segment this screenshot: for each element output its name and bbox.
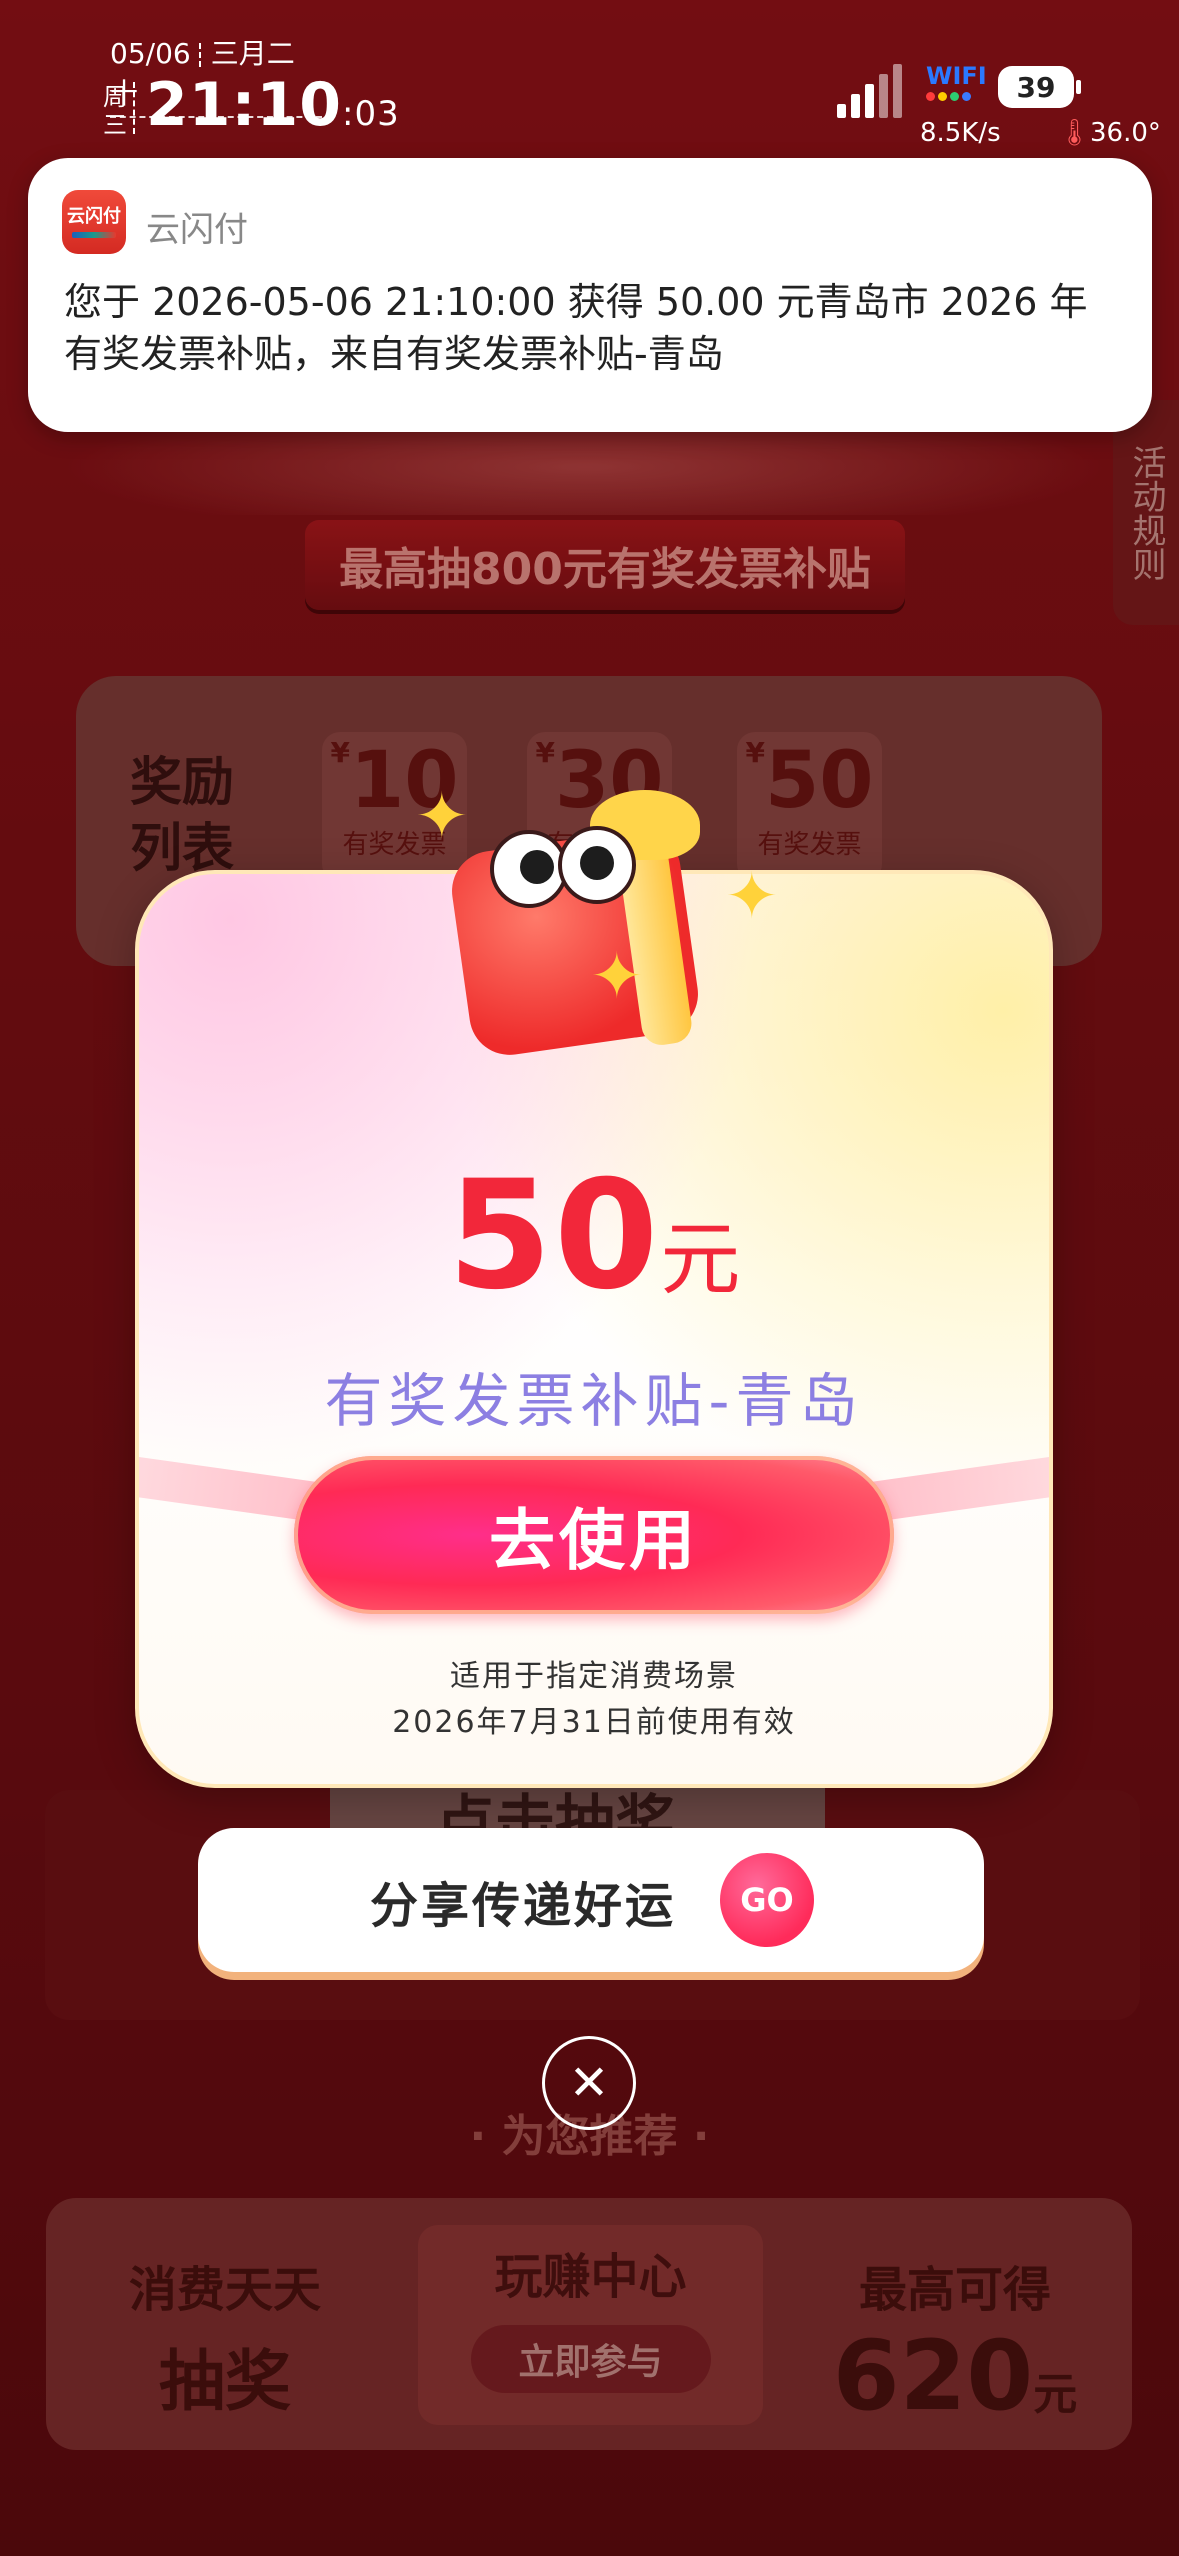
thermometer-icon: 🌡 [1058,118,1092,148]
share-label: 分享传递好运 [370,1878,677,1934]
close-icon[interactable]: ✕ [542,2036,636,2130]
date-text: 05/06 [110,37,191,70]
clock-hm: 21:10 [146,70,342,140]
network-speed: 8.5K/s [920,118,1001,148]
notification-message: 您于 2026-05-06 21:10:00 获得 50.00 元青岛市 202… [64,280,1088,376]
usage-note: 适用于指定消费场景 2026年7月31日前使用有效 [139,1654,1049,1746]
app-icon: 云闪付 [62,190,126,254]
go-button[interactable]: GO [720,1853,814,1947]
battery-level: 39 [1016,70,1056,104]
gift-mascot-icon: ✦ ✦ ✦ [415,780,779,1061]
notification-app-name: 云闪付 [146,210,248,250]
signal-icon [837,62,903,118]
clock: 21:10:03 [146,70,400,140]
battery-tip [1076,80,1081,94]
wifi-icon: WIFI [926,62,987,101]
reward-amount-display: 50元 [139,1149,1049,1323]
sparkle-star-icon: ✦ [725,860,779,934]
usage-note-expiry: 2026年7月31日前使用有效 [392,1705,796,1740]
use-now-button[interactable]: 去使用 [294,1456,894,1614]
status-bar: 05/06 三月二十 周三 21:10:03 WIFI 39 8.5K/s 🌡 3… [0,0,1179,150]
share-luck-button[interactable]: 分享传递好运 GO [198,1828,984,1972]
clock-seconds: :03 [342,94,400,134]
weekday-divider [133,82,135,134]
weekday: 周三 [103,83,127,139]
sparkle-star-icon: ✦ [590,940,644,1014]
app-icon-text: 云闪付 [67,206,121,227]
temperature: 36.0° [1090,118,1161,148]
notification-banner[interactable]: 云闪付 云闪付 您于 2026-05-06 21:10:00 获得 50.00 … [28,158,1152,432]
reward-amount-unit: 元 [660,1213,741,1306]
wifi-label: WIFI [926,62,987,90]
reward-amount-number: 50 [447,1149,661,1323]
usage-note-scope: 适用于指定消费场景 [450,1659,738,1694]
subsidy-name: 有奖发票补贴-青岛 [324,1367,864,1435]
sparkle-star-icon: ✦ [415,780,469,854]
battery-icon: 39 [998,66,1074,108]
